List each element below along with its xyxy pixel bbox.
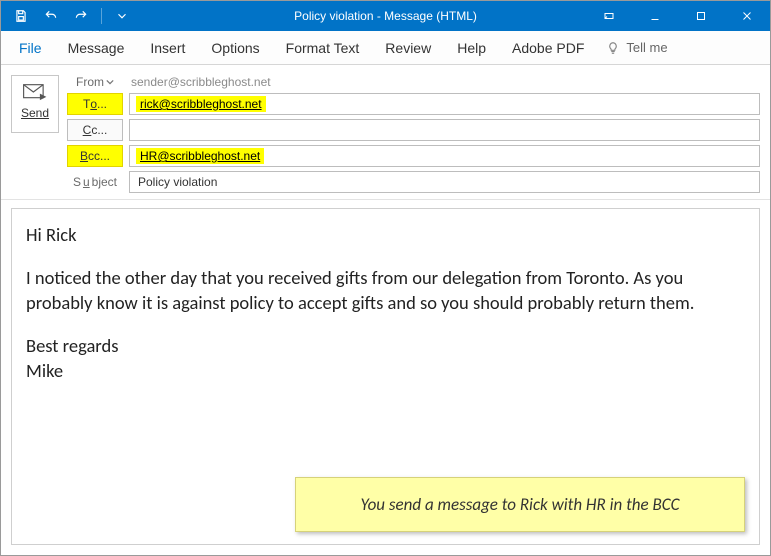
body-signature: Mike: [26, 359, 745, 384]
from-label: From: [76, 75, 104, 89]
redo-icon: [74, 9, 88, 23]
header-fields: From sender@scribbleghost.net To... rick…: [67, 75, 760, 193]
tell-me-search[interactable]: Tell me: [606, 40, 667, 55]
ribbon-display-button[interactable]: [586, 1, 632, 31]
redo-button[interactable]: [67, 1, 95, 31]
body-greeting: Hi Rick: [26, 223, 745, 248]
close-button[interactable]: [724, 1, 770, 31]
cc-row: Cc...: [67, 119, 760, 141]
subject-input[interactable]: [136, 174, 753, 190]
bcc-row: Bcc... HR@scribbleghost.net: [67, 145, 760, 167]
annotation-callout: You send a message to Rick with HR in th…: [295, 477, 745, 532]
undo-icon: [44, 9, 58, 23]
chevron-down-icon: [115, 9, 129, 23]
quick-access-toolbar: [1, 1, 136, 31]
to-button[interactable]: To...: [67, 93, 123, 115]
body-paragraph: I noticed the other day that you receive…: [26, 266, 745, 316]
bcc-recipient-chip[interactable]: HR@scribbleghost.net: [136, 148, 264, 164]
tab-review[interactable]: Review: [373, 31, 443, 65]
minimize-button[interactable]: [632, 1, 678, 31]
callout-text: You send a message to Rick with HR in th…: [360, 494, 679, 515]
save-icon: [14, 9, 28, 23]
bcc-button[interactable]: Bcc...: [67, 145, 123, 167]
tab-file[interactable]: File: [7, 31, 54, 65]
to-field[interactable]: rick@scribbleghost.net: [129, 93, 760, 115]
undo-button[interactable]: [37, 1, 65, 31]
subject-row: Subject: [67, 171, 760, 193]
subject-field[interactable]: [129, 171, 760, 193]
tab-message[interactable]: Message: [56, 31, 137, 65]
subject-label: Subject: [67, 175, 123, 189]
bcc-field[interactable]: HR@scribbleghost.net: [129, 145, 760, 167]
separator: [101, 8, 102, 24]
maximize-button[interactable]: [678, 1, 724, 31]
window-controls: [586, 1, 770, 31]
title-bar: Policy violation - Message (HTML): [1, 1, 770, 31]
ribbon-options-icon: [603, 10, 615, 22]
send-label: Send: [21, 106, 49, 120]
send-icon: [22, 82, 48, 102]
tab-format-text[interactable]: Format Text: [274, 31, 372, 65]
maximize-icon: [695, 10, 707, 22]
compose-header: Send From sender@scribbleghost.net To...…: [1, 65, 770, 200]
cc-input[interactable]: [136, 122, 753, 138]
tab-options[interactable]: Options: [199, 31, 271, 65]
from-value: sender@scribbleghost.net: [129, 75, 271, 89]
tab-adobe-pdf[interactable]: Adobe PDF: [500, 31, 596, 65]
message-body[interactable]: Hi Rick I noticed the other day that you…: [11, 208, 760, 545]
to-recipient-chip[interactable]: rick@scribbleghost.net: [136, 96, 266, 112]
cc-field[interactable]: [129, 119, 760, 141]
outlook-compose-window: Policy violation - Message (HTML) File M…: [0, 0, 771, 556]
body-signoff: Best regards: [26, 334, 745, 359]
tab-help[interactable]: Help: [445, 31, 498, 65]
ribbon-tabs: File Message Insert Options Format Text …: [1, 31, 770, 65]
tell-me-label: Tell me: [626, 40, 667, 55]
tab-insert[interactable]: Insert: [138, 31, 197, 65]
from-button[interactable]: From: [67, 75, 123, 89]
lightbulb-icon: [606, 41, 620, 55]
save-button[interactable]: [7, 1, 35, 31]
to-row: To... rick@scribbleghost.net: [67, 93, 760, 115]
send-button[interactable]: Send: [11, 75, 59, 133]
close-icon: [741, 10, 753, 22]
chevron-down-icon: [106, 78, 114, 86]
cc-button[interactable]: Cc...: [67, 119, 123, 141]
from-row: From sender@scribbleghost.net: [67, 75, 760, 89]
qat-customize-button[interactable]: [108, 1, 136, 31]
minimize-icon: [649, 10, 661, 22]
